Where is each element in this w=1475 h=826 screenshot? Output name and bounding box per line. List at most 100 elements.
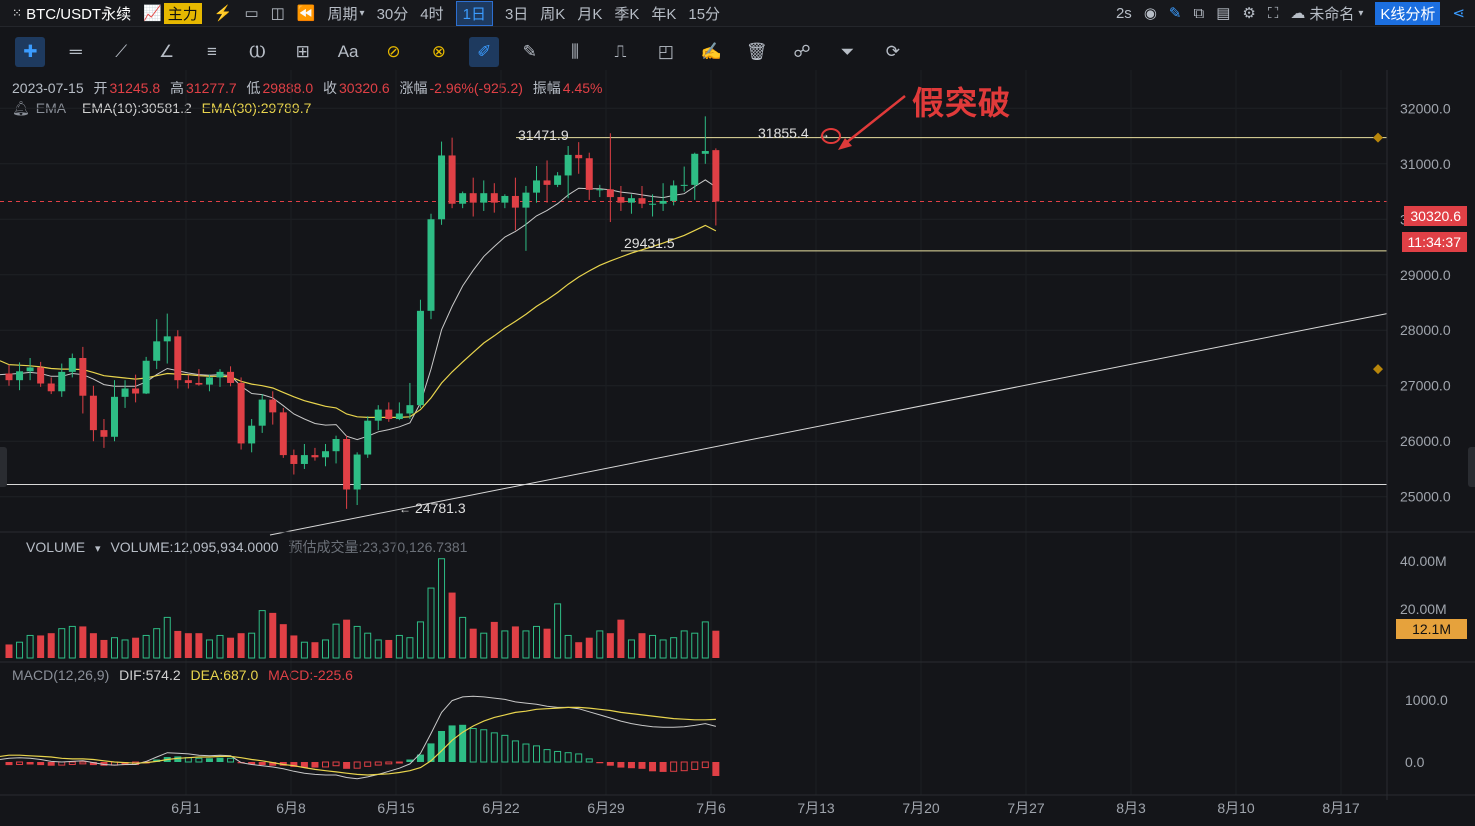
layout-dropdown[interactable]: ☁ 未命名 ▾ — [1290, 3, 1363, 24]
crosshair-icon[interactable]: ✚ — [15, 37, 46, 67]
symbol-selector[interactable]: ⁙ BTC/USDT永续 — [12, 3, 131, 24]
period-dropdown[interactable]: 周期 ▾ — [328, 3, 365, 24]
camera-icon[interactable]: ◉ — [1144, 4, 1157, 22]
indicator-button[interactable]: 📈 主力 — [143, 2, 202, 24]
share-icon[interactable]: ⋖ — [1452, 4, 1465, 22]
arrowhead-icon — [838, 138, 852, 150]
refresh-rate[interactable]: 2s — [1116, 5, 1132, 22]
volume-bar — [427, 587, 435, 659]
macd-bar — [79, 761, 87, 765]
amp-value: 4.45% — [562, 80, 603, 96]
edit-icon[interactable]: ✎ — [1169, 4, 1182, 22]
pencil-icon[interactable]: ✐ — [469, 37, 500, 67]
interval-tab[interactable]: 4时 — [420, 1, 443, 26]
volume-bar — [121, 639, 129, 659]
trash-icon[interactable]: 🗑︎ — [742, 37, 772, 67]
annotation-arrow — [841, 95, 906, 147]
kline-chart[interactable]: 32000.031000.030000.029000.028000.027000… — [0, 0, 1475, 826]
square-icon[interactable]: ◰ — [651, 37, 681, 67]
horizontal-ray-icon[interactable]: ═ — [61, 37, 91, 67]
magnet-icon[interactable]: ⊗ — [424, 37, 454, 67]
open-label: 开 — [93, 80, 108, 96]
macd-bar — [459, 724, 467, 762]
current-price-tag: 30320.6 — [1404, 206, 1467, 226]
interval-tab[interactable]: 月K — [577, 1, 602, 26]
interval-tab[interactable]: 季K — [614, 1, 639, 26]
volume-tick: 20.00M — [1400, 601, 1447, 617]
calendar-icon[interactable]: ▭ — [244, 4, 258, 22]
notes-icon[interactable]: ✍ — [696, 37, 726, 67]
analysis-button[interactable]: K线分析 — [1375, 1, 1441, 25]
measure-icon[interactable]: ⊞ — [288, 37, 318, 67]
price-tick: 32000.0 — [1400, 100, 1451, 116]
dea-line — [0, 706, 716, 776]
arrow-right-icon: → — [818, 127, 830, 141]
date-tick: 8月10 — [1217, 800, 1255, 816]
brush-icon[interactable]: ✎ — [515, 37, 545, 67]
bucket-icon[interactable]: ⎍ — [605, 37, 635, 67]
text-icon[interactable]: Aa — [333, 37, 363, 67]
volume-name[interactable]: VOLUME — [26, 539, 85, 555]
candle-body — [480, 193, 488, 203]
popout-icon[interactable]: ⧉ — [1193, 5, 1204, 22]
filter-icon[interactable]: ⏷ — [832, 37, 862, 67]
sync-icon[interactable]: ⟳ — [878, 37, 908, 67]
volume-bar — [480, 632, 488, 659]
wave-icon[interactable]: Ⲱ — [242, 37, 272, 67]
parallel-channel-icon[interactable]: ≡ — [197, 37, 227, 67]
arrow-left-icon: ← — [399, 502, 411, 516]
macd-name[interactable]: MACD(12,26,9) — [12, 667, 109, 683]
chevron-down-icon[interactable]: ▾ — [95, 543, 101, 555]
rewind-icon[interactable]: ⏪ — [297, 4, 316, 22]
macd-bar — [627, 762, 635, 769]
candle-body — [416, 310, 424, 406]
interval-tab[interactable]: 1日 — [455, 0, 493, 26]
macd-bar — [153, 759, 161, 762]
volume-bar — [617, 619, 625, 658]
interval-tab[interactable]: 3日 — [505, 1, 528, 26]
macd-bar — [543, 749, 551, 763]
macd-bar — [353, 761, 361, 769]
volume-bar — [47, 633, 55, 658]
fullscreen-icon[interactable]: ⛶ — [1268, 5, 1279, 22]
candle-body — [332, 439, 340, 452]
interval-tab[interactable]: 30分 — [377, 1, 409, 26]
bars-icon[interactable]: ⫼ — [560, 37, 590, 67]
candle-body — [174, 336, 182, 381]
volume-bar — [533, 625, 540, 659]
macd-bar — [522, 743, 530, 763]
macd-bar — [564, 752, 572, 763]
flash-icon[interactable]: ⚡ — [214, 4, 233, 22]
ema-toggle[interactable]: 🔔︎ EMA — [12, 100, 72, 116]
split-icon[interactable]: ◫ — [271, 4, 285, 22]
trend-line-icon[interactable]: ⟋ — [106, 37, 136, 67]
macd-bar — [100, 762, 108, 766]
left-collapse-handle[interactable] — [0, 447, 7, 487]
macd-bar — [670, 761, 678, 772]
volume-bar — [469, 628, 477, 658]
macd-bar — [649, 762, 657, 772]
candle-body — [216, 371, 224, 378]
volume-bar — [385, 639, 393, 658]
angle-icon[interactable]: ∠ — [152, 37, 182, 67]
table-icon[interactable]: ▤ — [1216, 4, 1230, 22]
volume-bar — [26, 634, 34, 659]
macd-bar — [205, 758, 213, 762]
link-icon[interactable]: ☍ — [787, 37, 817, 67]
interval-tabs: 30分 4时 1日 3日 周K 月K 季K 年K 15分 — [365, 0, 720, 26]
candle-body — [153, 341, 161, 361]
volume-bar — [184, 633, 192, 658]
candle-body — [364, 420, 372, 455]
interval-tab[interactable]: 15分 — [688, 1, 720, 26]
interval-tab[interactable]: 周K — [540, 1, 565, 26]
interval-tab[interactable]: 年K — [651, 1, 676, 26]
macd-bar — [184, 757, 192, 763]
settings-icon[interactable]: ⚙ — [1242, 4, 1255, 22]
change-label: 涨幅 — [399, 80, 428, 96]
right-collapse-handle[interactable] — [1468, 447, 1475, 487]
candle-body — [617, 197, 625, 203]
volume-bar — [564, 634, 572, 659]
ruler-icon[interactable]: ⊘ — [379, 37, 409, 67]
high-marker: 31471.9 — [518, 127, 569, 143]
candle-body — [522, 192, 530, 208]
